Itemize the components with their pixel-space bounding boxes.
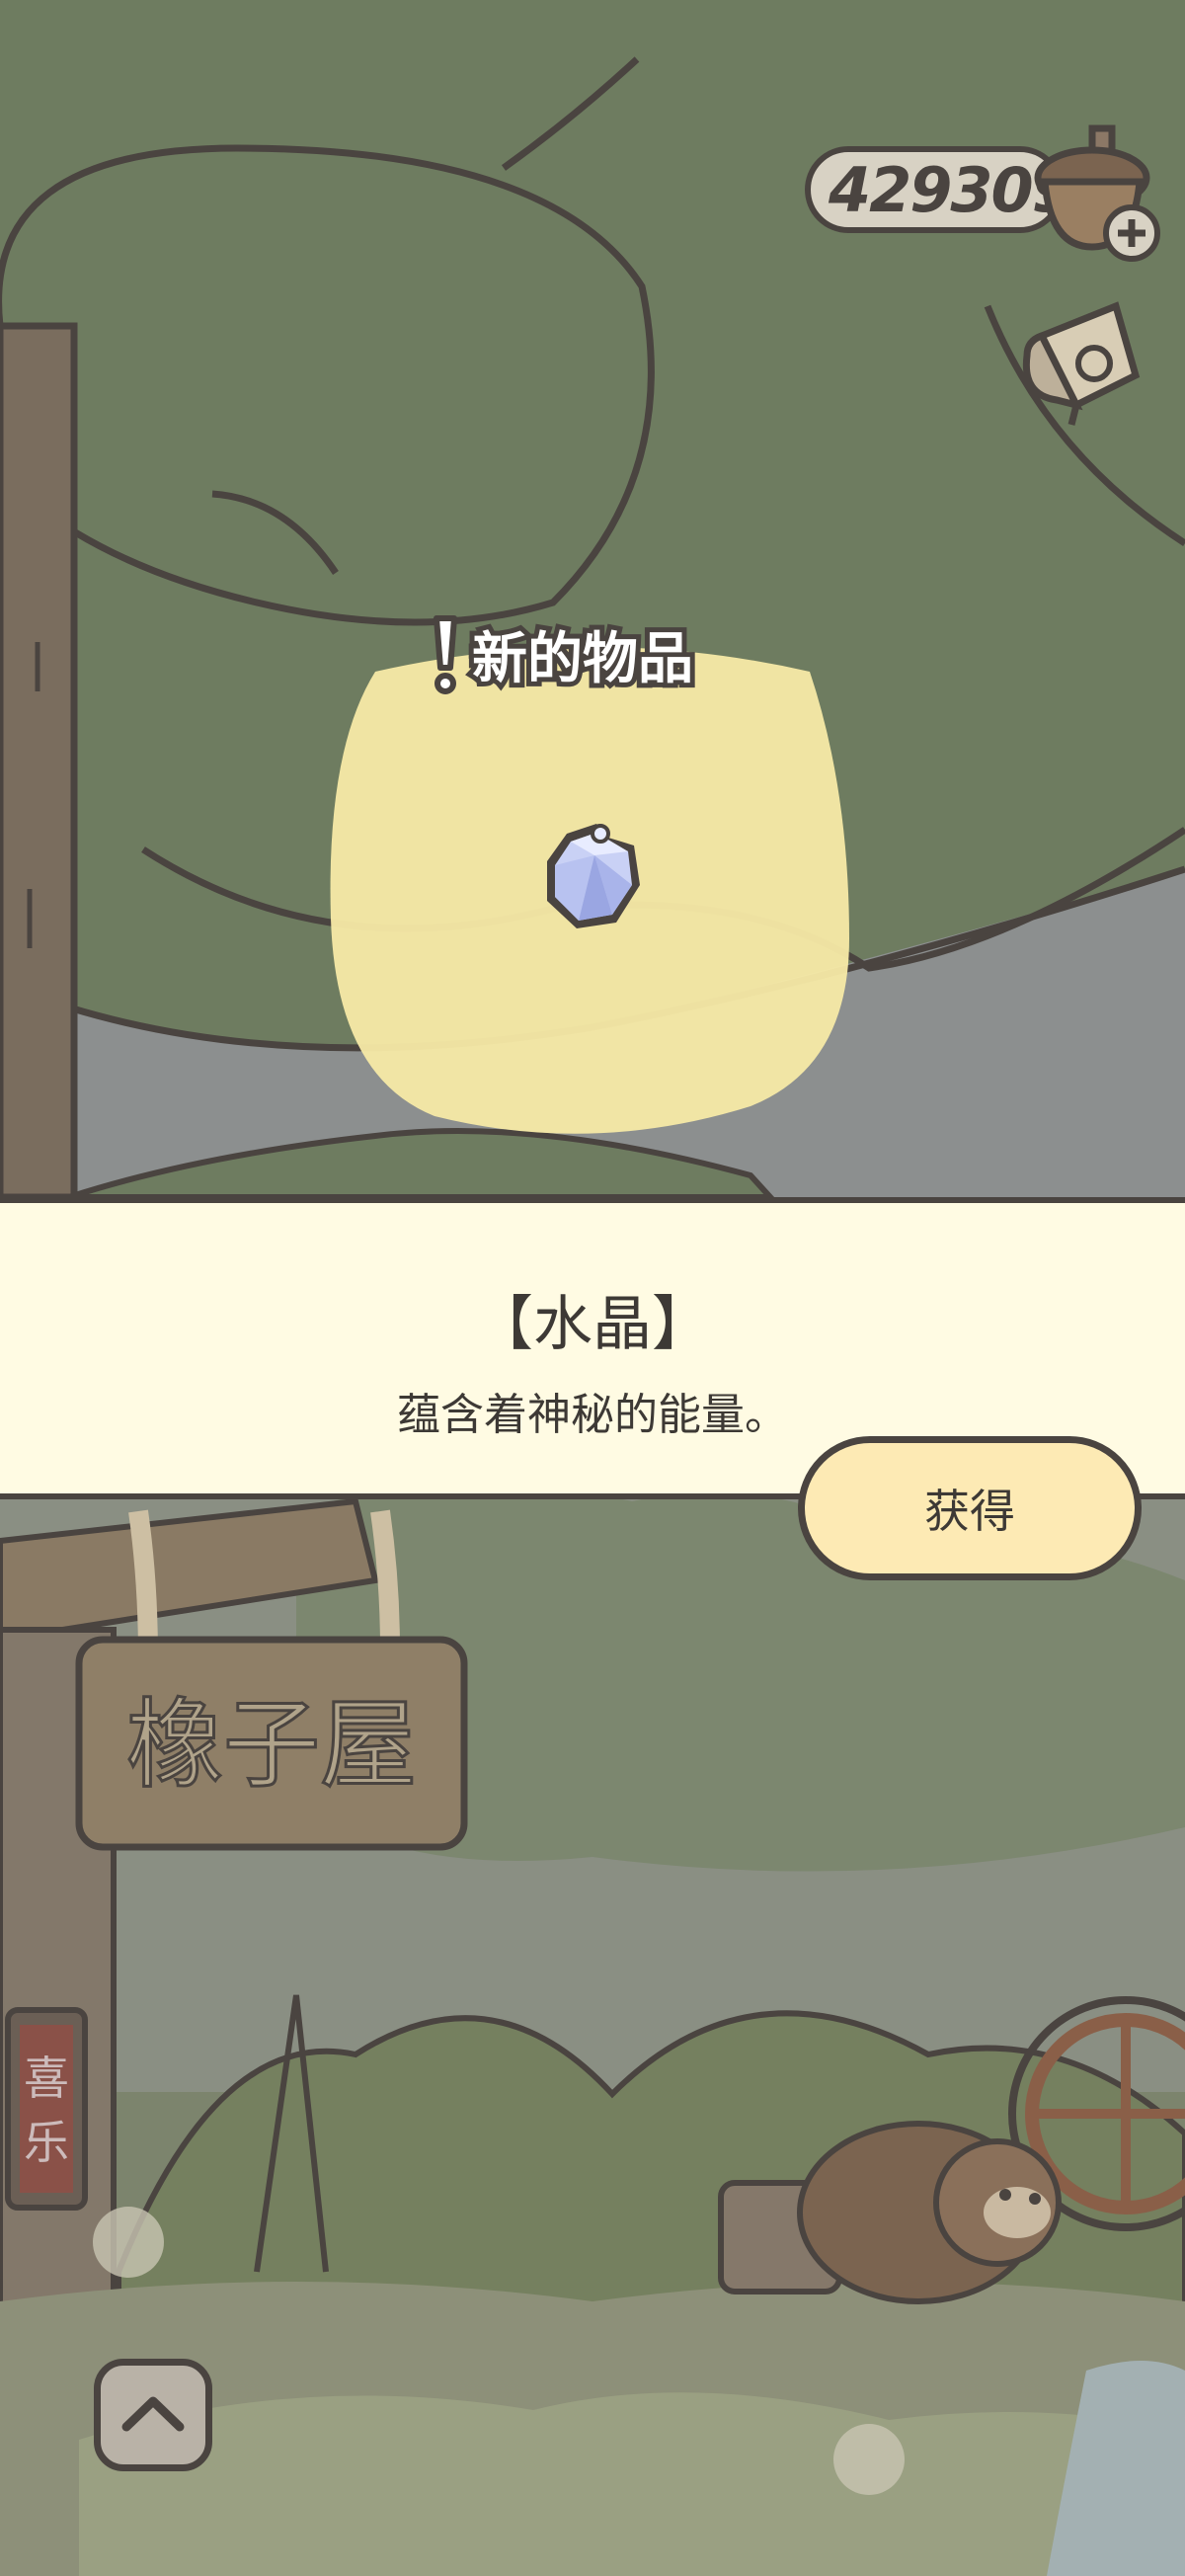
svg-text:乐: 乐: [24, 2116, 69, 2169]
svg-text:喜: 喜: [24, 2052, 69, 2105]
item-name: 【水晶】: [474, 1290, 711, 1359]
note-scroll-icon[interactable]: [1017, 296, 1144, 430]
acorn-counter: 429309: [805, 146, 1074, 233]
exclamation-icon: [434, 615, 457, 694]
chevron-up-icon: [121, 2396, 185, 2432]
item-description: 蕴含着神秘的能量。: [397, 1390, 788, 1440]
shop-sign-text: 橡子屋: [126, 1689, 417, 1802]
scroll-up-button[interactable]: [94, 2359, 212, 2471]
get-button[interactable]: 获得: [798, 1436, 1142, 1580]
acorn-plus-icon[interactable]: [1033, 119, 1171, 267]
new-item-label: 新的物品: [425, 614, 698, 696]
new-item-text: 新的物品: [467, 622, 698, 696]
crystal-icon: [547, 824, 640, 928]
